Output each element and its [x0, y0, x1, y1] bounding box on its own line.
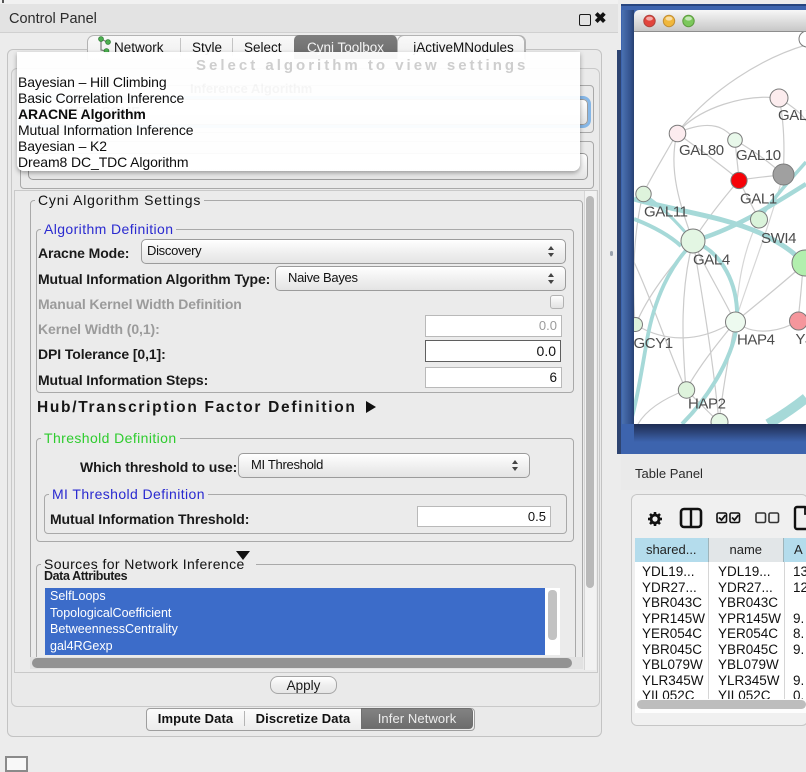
svg-text:GAL80: GAL80	[679, 142, 724, 159]
svg-text:GAL1: GAL1	[740, 191, 777, 208]
svg-text:GAL10: GAL10	[736, 147, 781, 164]
svg-text:HAP2: HAP2	[688, 396, 726, 413]
svg-text:SWI4: SWI4	[761, 230, 796, 247]
svg-text:GAL4: GAL4	[693, 252, 730, 269]
svg-text:GCY1: GCY1	[634, 335, 673, 352]
svg-text:GALW: GALW	[778, 107, 806, 124]
svg-text:GAL11: GAL11	[644, 204, 688, 221]
svg-text:HAP4: HAP4	[737, 332, 775, 349]
svg-text:YJ: YJ	[796, 331, 806, 348]
